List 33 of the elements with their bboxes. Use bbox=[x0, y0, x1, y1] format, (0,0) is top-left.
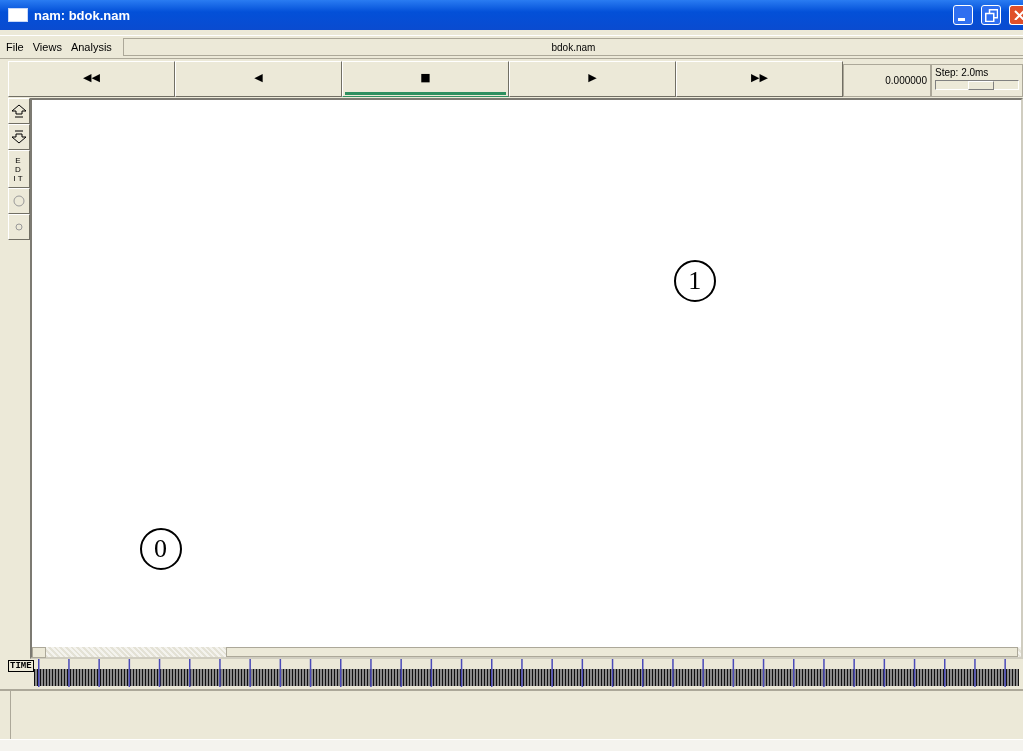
circle-icon bbox=[15, 223, 23, 231]
close-icon bbox=[1014, 10, 1023, 20]
transport-button[interactable]: ■ bbox=[342, 61, 509, 97]
transport-button[interactable]: ◀◀ bbox=[8, 61, 175, 97]
edit-button[interactable]: ED IT bbox=[8, 150, 30, 188]
slider-thumb[interactable] bbox=[968, 81, 995, 90]
step-label: Step: 2.0ms bbox=[935, 67, 990, 78]
minimize-icon bbox=[957, 18, 965, 21]
small-node-tool-button[interactable] bbox=[8, 214, 30, 240]
minimize-button[interactable] bbox=[953, 5, 973, 25]
node-tool-button[interactable] bbox=[8, 188, 30, 214]
window-title: nam: bdok.nam bbox=[34, 7, 132, 23]
window-icon bbox=[8, 8, 28, 22]
transport-button[interactable]: ◀ bbox=[175, 61, 342, 97]
menu-item[interactable]: File bbox=[4, 41, 31, 53]
circle-icon bbox=[13, 195, 25, 207]
menu-item[interactable]: Analysis bbox=[68, 41, 119, 53]
arrow-up-icon bbox=[11, 104, 27, 118]
network-node: 0 bbox=[139, 527, 182, 570]
arrow-down-icon bbox=[11, 130, 27, 144]
step-slider[interactable] bbox=[935, 80, 1019, 90]
restore-icon bbox=[984, 8, 998, 22]
menu-item[interactable]: Views bbox=[30, 41, 69, 53]
network-node: 1 bbox=[673, 259, 716, 302]
file-name-label: bdok.nam bbox=[122, 38, 1023, 56]
move-down-button[interactable] bbox=[8, 124, 30, 150]
close-button[interactable] bbox=[1009, 5, 1023, 25]
transport-button[interactable]: ▶ bbox=[509, 61, 676, 97]
time-label: TIME bbox=[8, 660, 34, 672]
move-up-button[interactable] bbox=[8, 98, 30, 124]
restore-button[interactable] bbox=[981, 5, 1001, 25]
transport-button[interactable]: ▶▶ bbox=[676, 61, 843, 97]
time-display: 0.000000 bbox=[843, 64, 931, 97]
